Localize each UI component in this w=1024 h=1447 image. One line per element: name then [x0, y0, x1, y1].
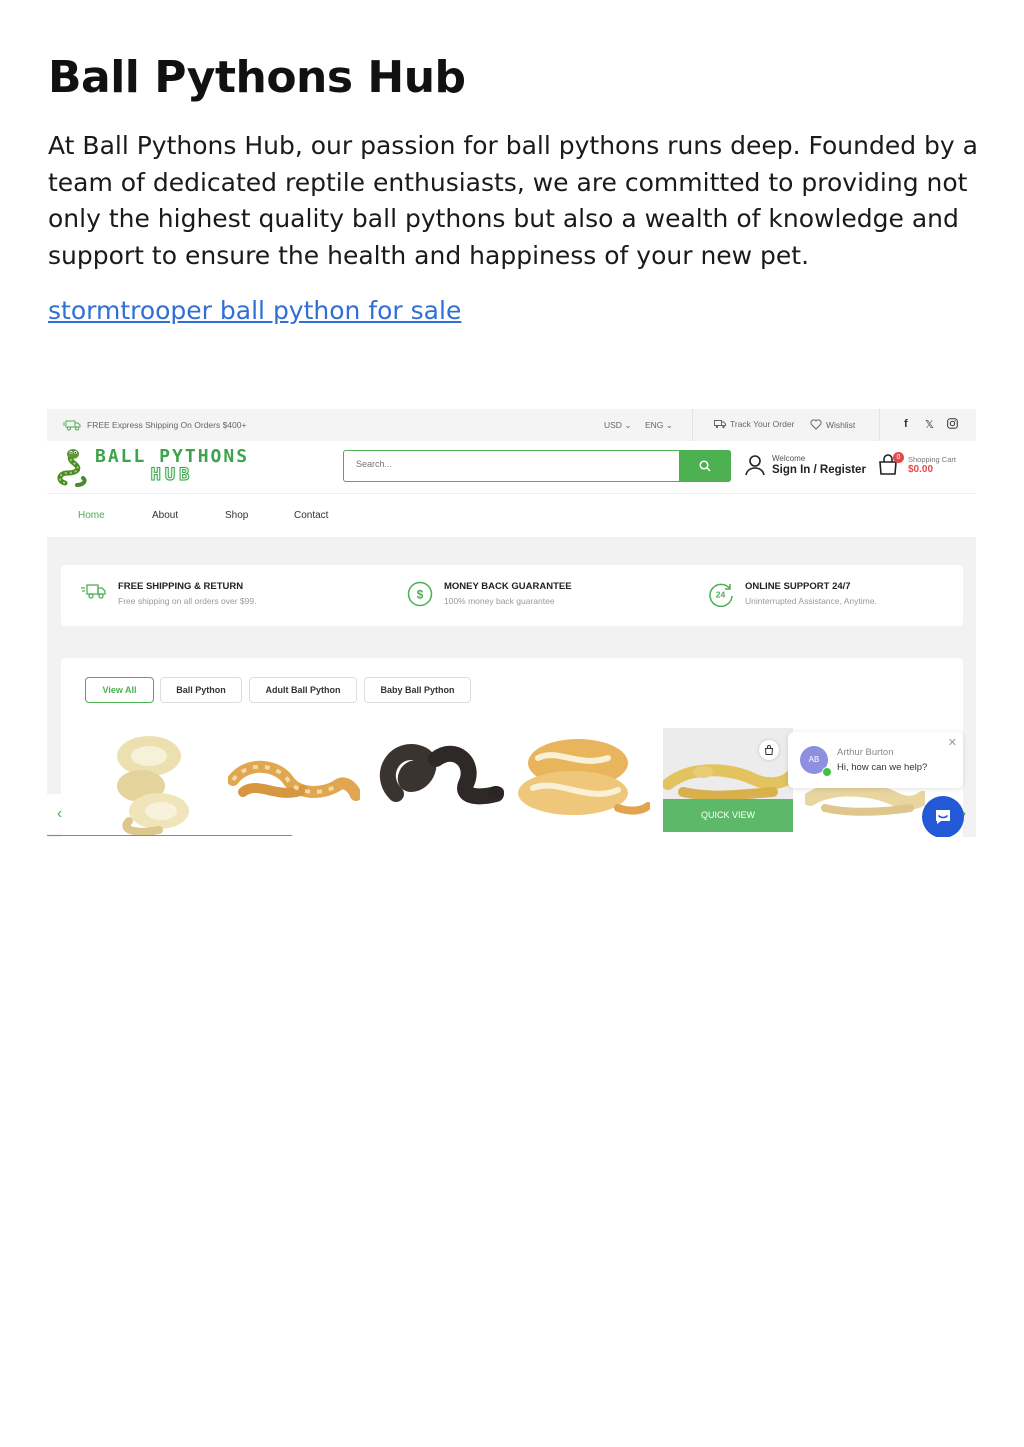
nav-item-about[interactable]: About: [152, 510, 178, 521]
track-order-link[interactable]: Track Your Order: [714, 419, 794, 429]
dollar-icon: $: [407, 581, 433, 607]
snake-logo-icon: [57, 449, 87, 487]
tab-baby-ball-python[interactable]: Baby Ball Python: [364, 677, 471, 703]
account-link[interactable]: Welcome Sign In / Register: [744, 454, 866, 476]
chevron-left-icon: ‹: [56, 805, 63, 822]
currency-select[interactable]: USD ⌄: [604, 420, 631, 431]
quick-view-button[interactable]: QUICK VIEW: [663, 799, 793, 832]
user-icon: [745, 455, 765, 476]
shipping-notice: FREE Express Shipping On Orders $400+: [63, 419, 246, 431]
tab-view-all[interactable]: View All: [85, 677, 154, 703]
site-header: BALL PYTHONS HUB Welcome Sign In / Regis…: [47, 441, 976, 494]
sign-in-register: Sign In / Register: [772, 464, 866, 476]
online-status-dot: [822, 767, 832, 777]
chat-launcher-button[interactable]: [922, 796, 964, 837]
tab-ball-python[interactable]: Ball Python: [160, 677, 242, 703]
features-strip: FREE SHIPPING & RETURN Free shipping on …: [61, 565, 963, 626]
search-input[interactable]: [354, 458, 678, 470]
language-select[interactable]: ENG ⌄: [645, 420, 673, 431]
logo-line1: BALL PYTHONS: [95, 446, 250, 467]
website-screenshot: FREE Express Shipping On Orders $400+ US…: [47, 409, 976, 837]
nav-item-shop[interactable]: Shop: [225, 510, 248, 521]
feature-title: FREE SHIPPING & RETURN: [118, 581, 244, 592]
divider: [692, 409, 693, 441]
language-value: ENG: [645, 420, 664, 430]
product-image[interactable]: [518, 728, 650, 828]
logo-line2: HUB: [150, 465, 194, 485]
intro-paragraph: At Ball Pythons Hub, our passion for bal…: [48, 131, 978, 270]
feature-subtitle: Uninterrupted Assistance, Anytime.: [745, 596, 877, 606]
feature-subtitle: Free shipping on all orders over $99.: [118, 596, 257, 606]
truck-icon: [81, 584, 106, 599]
feature-support: 24 ONLINE SUPPORT 24/7 Uninterrupted Ass…: [708, 581, 877, 607]
cart-count-badge: 0: [893, 452, 904, 463]
instagram-icon[interactable]: [947, 418, 958, 432]
top-bar: FREE Express Shipping On Orders $400+ US…: [47, 409, 976, 441]
wishlist-label: Wishlist: [826, 419, 856, 430]
main-nav: Home About Shop Contact: [47, 494, 976, 537]
agent-name: Arthur Burton: [837, 747, 894, 758]
heart-icon: [810, 419, 822, 430]
add-to-cart-button[interactable]: [759, 740, 779, 760]
product-image[interactable]: [376, 734, 506, 814]
truck-icon: [714, 419, 726, 428]
feature-subtitle: 100% money back guarantee: [444, 596, 555, 606]
chat-popup[interactable]: AB Arthur Burton Hi, how can we help? ✕: [788, 732, 963, 788]
chat-icon: [936, 810, 950, 824]
product-image[interactable]: [228, 750, 360, 810]
nav-item-home[interactable]: Home: [78, 510, 105, 521]
currency-value: USD: [604, 420, 622, 430]
shipping-text: FREE Express Shipping On Orders $400+: [87, 420, 247, 430]
close-icon[interactable]: ✕: [948, 736, 957, 749]
shopping-bag-icon: [764, 745, 774, 755]
svg-text:$: $: [417, 588, 424, 602]
product-image[interactable]: [99, 726, 199, 836]
divider: [879, 409, 880, 441]
shopping-cart[interactable]: 0 Shopping Cart $0.00: [877, 452, 956, 476]
chat-message: Hi, how can we help?: [837, 762, 928, 773]
site-logo[interactable]: BALL PYTHONS HUB: [57, 447, 249, 487]
tab-adult-ball-python[interactable]: Adult Ball Python: [249, 677, 357, 703]
feature-title: MONEY BACK GUARANTEE: [444, 581, 572, 592]
product-link[interactable]: stormtrooper ball python for sale: [48, 296, 461, 325]
welcome-label: Welcome: [772, 454, 806, 463]
facebook-icon[interactable]: f: [904, 418, 908, 430]
page-title: Ball Pythons Hub: [48, 52, 466, 103]
support-24-icon: 24: [709, 583, 733, 607]
track-order-label: Track Your Order: [730, 419, 795, 429]
feature-shipping: FREE SHIPPING & RETURN Free shipping on …: [81, 581, 256, 606]
cart-label: Shopping Cart: [908, 455, 956, 464]
feature-money-back: $ MONEY BACK GUARANTEE 100% money back g…: [407, 581, 572, 607]
chevron-down-icon: ⌄: [624, 420, 632, 430]
logo-text: BALL PYTHONS HUB: [95, 447, 249, 485]
feature-title: ONLINE SUPPORT 24/7: [745, 581, 851, 592]
chevron-down-icon: ⌄: [665, 420, 673, 430]
svg-text:24: 24: [716, 590, 726, 600]
nav-item-contact[interactable]: Contact: [294, 510, 328, 521]
carousel-prev-button[interactable]: ‹: [47, 794, 72, 834]
wishlist-link[interactable]: Wishlist: [810, 419, 855, 430]
truck-icon: [63, 420, 81, 431]
cart-amount: $0.00: [908, 464, 934, 475]
search-icon: [699, 459, 711, 472]
search-bar: [343, 449, 731, 482]
search-button[interactable]: [679, 449, 731, 482]
x-icon[interactable]: 𝕏: [925, 418, 934, 431]
divider: [47, 835, 292, 836]
